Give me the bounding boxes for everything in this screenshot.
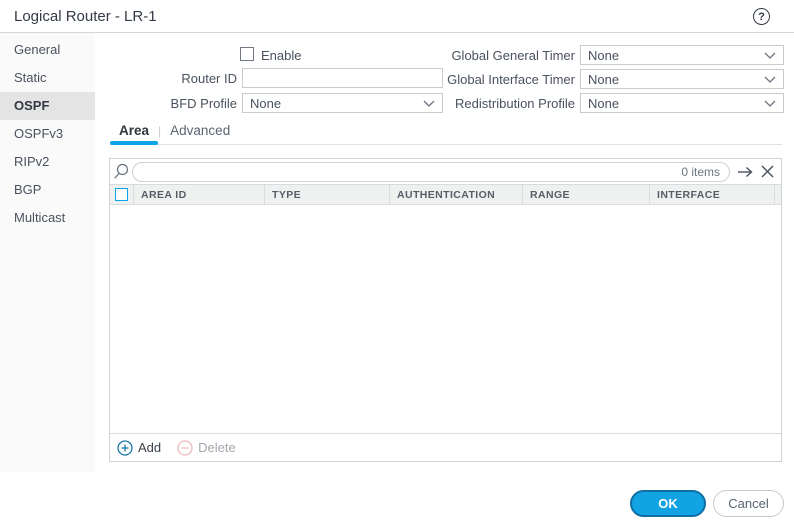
- tab-area[interactable]: Area: [110, 123, 158, 144]
- table-body-empty: [110, 205, 781, 433]
- sidebar-item-bgp[interactable]: BGP: [0, 176, 95, 204]
- scrollbar-gutter: [775, 185, 781, 204]
- global-interface-timer-dropdown[interactable]: None: [580, 69, 784, 89]
- chevron-down-icon: [764, 52, 776, 59]
- global-general-timer-label: Global General Timer: [420, 46, 575, 65]
- delete-minus-icon: [177, 440, 193, 456]
- bfd-profile-dropdown[interactable]: None: [242, 93, 443, 113]
- help-icon[interactable]: ?: [753, 8, 770, 25]
- sidebar-item-ospf[interactable]: OSPF: [0, 92, 95, 120]
- cancel-button[interactable]: Cancel: [713, 490, 784, 517]
- select-all-checkbox[interactable]: [115, 188, 128, 201]
- dialog-titlebar: Logical Router - LR-1 ?: [0, 0, 794, 33]
- bfd-profile-label: BFD Profile: [110, 94, 237, 113]
- add-plus-icon: [117, 440, 133, 456]
- column-header-interface[interactable]: INTERFACE: [650, 185, 775, 204]
- global-general-timer-value: None: [588, 48, 764, 63]
- column-header-type[interactable]: TYPE: [265, 185, 390, 204]
- enable-label: Enable: [261, 48, 301, 63]
- column-header-area-id[interactable]: AREA ID: [134, 185, 265, 204]
- router-id-input[interactable]: [242, 68, 443, 88]
- dialog-title: Logical Router - LR-1: [14, 8, 157, 25]
- router-id-label: Router ID: [110, 69, 237, 88]
- global-interface-timer-label: Global Interface Timer: [420, 70, 575, 89]
- ok-button[interactable]: OK: [630, 490, 706, 517]
- sidebar-item-general[interactable]: General: [0, 36, 95, 64]
- redistribution-profile-label: Redistribution Profile: [420, 94, 575, 113]
- redistribution-profile-dropdown[interactable]: None: [580, 93, 784, 113]
- area-table: 0 items AREA ID TYPE AUTHENTICATI: [109, 158, 782, 462]
- delete-button[interactable]: Delete: [177, 440, 236, 456]
- column-header-authentication[interactable]: AUTHENTICATION: [390, 185, 523, 204]
- table-footer: Add Delete: [110, 433, 781, 461]
- delete-button-label: Delete: [198, 440, 236, 455]
- search-icon[interactable]: [111, 162, 131, 182]
- global-interface-timer-value: None: [588, 72, 764, 87]
- sidebar-item-multicast[interactable]: Multicast: [0, 204, 95, 232]
- sidebar-item-static[interactable]: Static: [0, 64, 95, 92]
- global-general-timer-dropdown[interactable]: None: [580, 45, 784, 65]
- add-button[interactable]: Add: [117, 440, 161, 456]
- add-button-label: Add: [138, 440, 161, 455]
- enable-checkbox[interactable]: [240, 47, 254, 61]
- sidebar-nav: General Static OSPF OSPFv3 RIPv2 BGP Mul…: [0, 33, 95, 472]
- select-all-checkbox-cell: [110, 185, 134, 204]
- search-input[interactable]: 0 items: [132, 162, 730, 182]
- tab-advanced[interactable]: Advanced: [161, 123, 239, 144]
- apply-filter-arrow-icon[interactable]: [734, 161, 756, 183]
- table-search-row: 0 items: [110, 159, 781, 184]
- column-header-range[interactable]: RANGE: [523, 185, 650, 204]
- sidebar-item-ospfv3[interactable]: OSPFv3: [0, 120, 95, 148]
- redistribution-profile-value: None: [588, 96, 764, 111]
- clear-filter-close-icon[interactable]: [756, 161, 778, 183]
- bfd-profile-value: None: [250, 96, 423, 111]
- sidebar-item-ripv2[interactable]: RIPv2: [0, 148, 95, 176]
- chevron-down-icon: [764, 100, 776, 107]
- logical-router-dialog: Logical Router - LR-1 ? General Static O…: [0, 0, 794, 530]
- search-input-field[interactable]: [142, 165, 681, 179]
- items-count: 0 items: [681, 165, 720, 179]
- table-header-row: AREA ID TYPE AUTHENTICATION RANGE INTERF…: [110, 184, 781, 205]
- chevron-down-icon: [764, 76, 776, 83]
- tab-bar: Area | Advanced: [110, 120, 782, 145]
